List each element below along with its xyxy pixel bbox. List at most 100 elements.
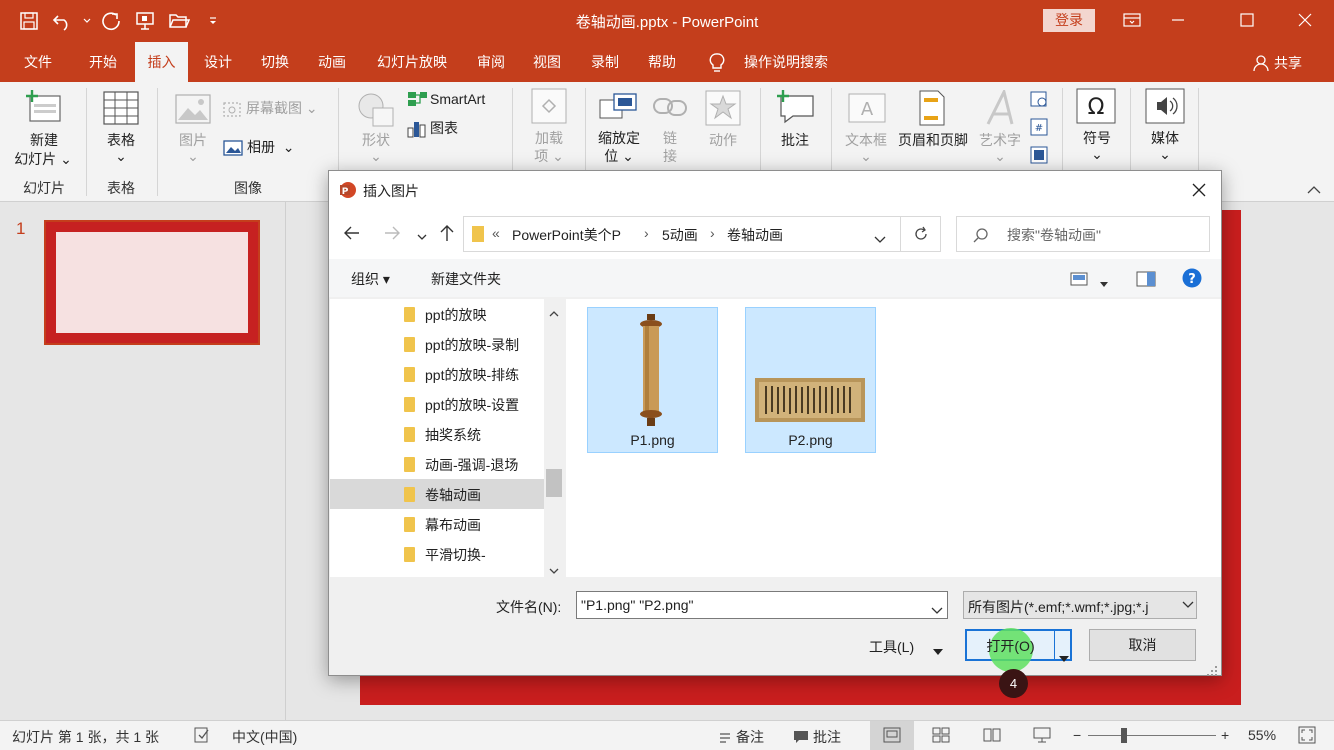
link-icon[interactable]	[652, 94, 688, 123]
tools-button[interactable]: 工具(L)	[869, 637, 914, 657]
file-item[interactable]: P1.png	[587, 307, 718, 453]
nav-folder-item[interactable]: 幕布动画	[330, 509, 544, 539]
language-indicator[interactable]: 中文(中国)	[232, 727, 297, 747]
pictures-dropdown-icon[interactable]: ⌄	[170, 148, 216, 165]
recent-locations-icon[interactable]	[417, 229, 427, 245]
smartart-button[interactable]: SmartArt	[430, 91, 485, 108]
slideshow-view-icon[interactable]	[1033, 727, 1051, 746]
smartart-icon[interactable]	[406, 90, 428, 111]
addins-button[interactable]: 项 ⌄	[526, 148, 572, 165]
accessibility-icon[interactable]	[193, 726, 211, 747]
tab-transitions[interactable]: 切换	[251, 42, 299, 82]
nav-folder-item-selected[interactable]: 卷轴动画	[330, 479, 544, 509]
nav-folder-item[interactable]: ppt的放映	[330, 299, 544, 329]
tab-slideshow[interactable]: 幻灯片放映	[368, 42, 456, 82]
tools-dropdown-icon[interactable]	[933, 642, 943, 658]
resize-grip-icon[interactable]	[1207, 663, 1217, 679]
wordart-dropdown-icon[interactable]: ⌄	[974, 148, 1026, 165]
shapes-dropdown-icon[interactable]: ⌄	[353, 148, 399, 165]
slide-sorter-icon[interactable]	[932, 727, 950, 746]
up-arrow-icon[interactable]	[439, 224, 455, 245]
open-button[interactable]: 打开(O)	[965, 628, 1072, 672]
textbox-dropdown-icon[interactable]: ⌄	[840, 148, 892, 165]
breadcrumb-separator-icon[interactable]: ›	[710, 225, 715, 241]
date-time-icon[interactable]	[1030, 90, 1048, 111]
zoom-in-button[interactable]: +	[1221, 727, 1229, 743]
slide-number-icon[interactable]: #	[1030, 118, 1048, 139]
slide-thumbnail[interactable]	[44, 220, 260, 345]
tell-me-search[interactable]: 操作说明搜索	[736, 42, 836, 82]
zoom-slider[interactable]	[1088, 735, 1216, 736]
comments-button[interactable]: 批注	[793, 727, 841, 747]
share-button[interactable]: 共享	[1252, 53, 1302, 73]
link-label-2[interactable]: 接	[660, 148, 680, 165]
filetype-dropdown-icon[interactable]	[1178, 592, 1196, 618]
table-icon[interactable]	[103, 91, 139, 128]
zoom-level[interactable]: 55%	[1248, 727, 1276, 743]
tab-file[interactable]: 文件	[14, 42, 62, 82]
new-folder-button[interactable]: 新建文件夹	[431, 269, 501, 289]
chart-button[interactable]: 图表	[430, 120, 458, 137]
breadcrumb-item[interactable]: 5动画	[662, 225, 698, 245]
reading-view-icon[interactable]	[983, 727, 1001, 746]
object-icon[interactable]	[1030, 146, 1048, 167]
header-footer-button[interactable]: 页眉和页脚	[893, 132, 973, 149]
scroll-up-icon[interactable]	[549, 304, 559, 320]
collapse-ribbon-icon[interactable]	[1306, 182, 1322, 198]
media-button[interactable]: 媒体	[1142, 130, 1188, 147]
comment-icon[interactable]	[775, 90, 815, 127]
scroll-down-icon[interactable]	[549, 562, 559, 578]
notes-button[interactable]: 备注	[718, 727, 764, 747]
tab-home[interactable]: 开始	[78, 42, 128, 82]
textbox-button[interactable]: 文本框	[840, 132, 892, 149]
filename-dropdown-icon[interactable]	[931, 602, 943, 618]
tab-insert[interactable]: 插入	[135, 42, 188, 82]
table-dropdown-icon[interactable]: ⌄	[98, 148, 144, 165]
address-dropdown-icon[interactable]	[874, 231, 886, 247]
new-slide-icon[interactable]	[24, 90, 64, 127]
wordart-button[interactable]: 艺术字	[974, 132, 1026, 149]
breadcrumb-separator-icon[interactable]: ›	[644, 225, 649, 241]
help-icon[interactable]: ?	[1182, 268, 1202, 291]
screenshot-icon[interactable]	[223, 99, 243, 120]
file-item[interactable]: P2.png	[745, 307, 876, 453]
nav-folder-item[interactable]: ppt的放映-录制	[330, 329, 544, 359]
search-box[interactable]: 搜索"卷轴动画"	[956, 216, 1210, 252]
symbols-dropdown-icon[interactable]: ⌄	[1074, 146, 1120, 163]
tab-animations[interactable]: 动画	[308, 42, 356, 82]
lightbulb-icon[interactable]	[708, 52, 726, 77]
view-mode-icon[interactable]	[1070, 272, 1088, 289]
zoom-button[interactable]: 位 ⌄	[594, 148, 644, 165]
screenshot-button[interactable]: 屏幕截图 ⌄	[246, 100, 318, 117]
nav-folder-item[interactable]: ppt的放映-排练	[330, 359, 544, 389]
view-mode-dropdown-icon[interactable]	[1100, 275, 1108, 291]
organize-button[interactable]: 组织 ▾	[351, 269, 390, 289]
zoom-icon[interactable]	[598, 92, 638, 125]
textbox-icon[interactable]: A	[847, 92, 887, 127]
symbol-icon[interactable]: Ω	[1076, 88, 1116, 127]
tab-record[interactable]: 录制	[581, 42, 629, 82]
action-button[interactable]: 动作	[700, 132, 746, 149]
login-button[interactable]: 登录	[1043, 9, 1095, 32]
filetype-select[interactable]: 所有图片(*.emf;*.wmf;*.jpg;*.j	[963, 591, 1197, 619]
shapes-icon[interactable]	[357, 92, 395, 131]
media-icon[interactable]	[1145, 88, 1185, 127]
photo-album-button[interactable]: 相册 ⌄	[247, 139, 295, 156]
media-dropdown-icon[interactable]: ⌄	[1142, 146, 1188, 163]
link-label-1[interactable]: 链	[660, 130, 680, 147]
tab-view[interactable]: 视图	[523, 42, 571, 82]
new-slide-label-1[interactable]: 新建	[14, 132, 74, 149]
wordart-icon[interactable]	[982, 87, 1018, 129]
nav-scrollbar[interactable]	[544, 299, 564, 577]
refresh-button[interactable]	[901, 216, 941, 252]
pictures-icon[interactable]	[175, 94, 211, 127]
filename-input[interactable]: "P1.png" "P2.png"	[576, 591, 948, 619]
zoom-label-1[interactable]: 缩放定	[594, 130, 644, 147]
forward-arrow-icon[interactable]	[383, 225, 401, 244]
breadcrumb-overflow[interactable]: «	[492, 225, 500, 241]
ribbon-display-options-icon[interactable]	[1109, 0, 1155, 40]
addins-label-1[interactable]: 加载	[526, 130, 572, 147]
close-icon[interactable]	[1282, 0, 1328, 40]
symbols-button[interactable]: 符号	[1074, 130, 1120, 147]
scroll-thumb[interactable]	[546, 469, 562, 497]
